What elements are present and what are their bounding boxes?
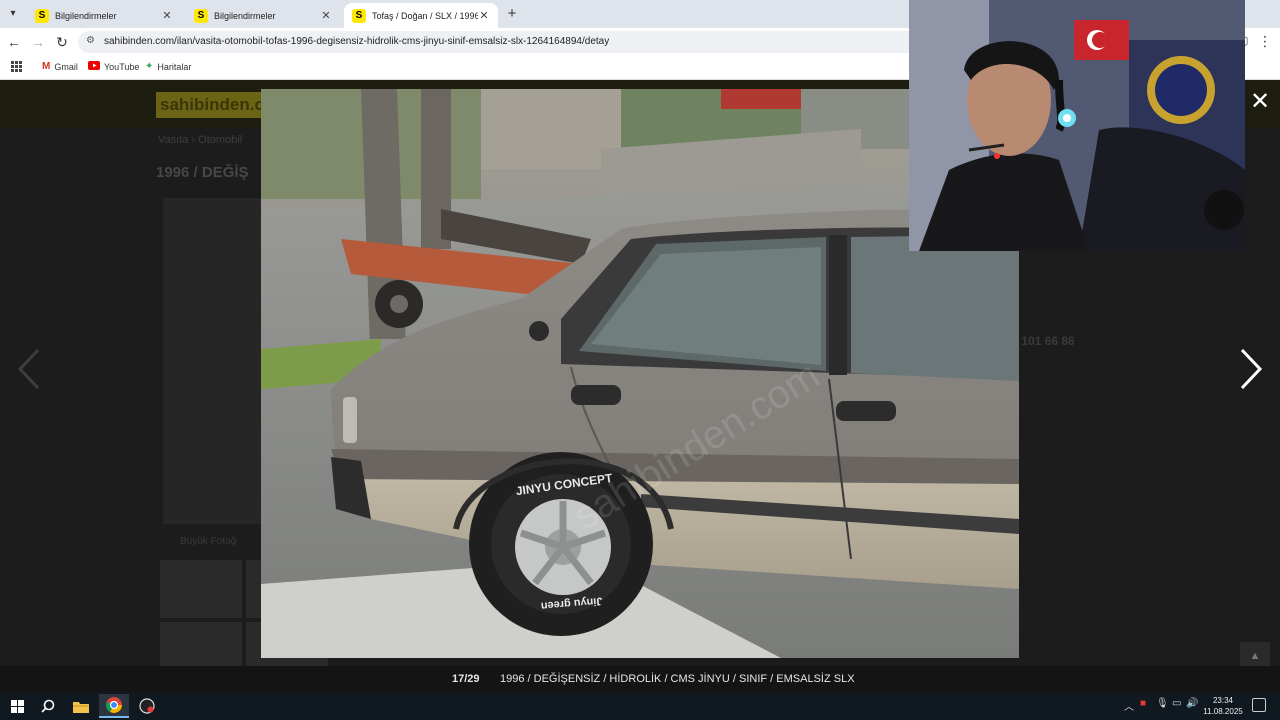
photo-counter: 17/29	[452, 673, 480, 685]
tab-bilgilendirmeler-2[interactable]: S Bilgilendirmeler ✕	[186, 3, 340, 28]
tab-title: Tofaş / Doğan / SLX / 1996 / D	[372, 10, 478, 21]
close-icon[interactable]: ✕	[1246, 88, 1274, 116]
sahibinden-logo: sahibinden.com	[156, 92, 289, 118]
file-explorer-icon[interactable]	[66, 694, 96, 718]
url-text: sahibinden.com/ilan/vasita-otomobil-tofa…	[104, 36, 610, 47]
network-icon[interactable]: ▭	[1172, 698, 1181, 709]
search-icon[interactable]	[33, 694, 63, 718]
sahibinden-favicon-icon: S	[35, 8, 49, 23]
microphone-icon[interactable]: 🎙	[1156, 698, 1169, 709]
sahibinden-favicon-icon: S	[352, 8, 366, 23]
listing-title: 1996 / DEĞİŞ	[156, 164, 249, 181]
seller-phone: ) 101 66 86	[1014, 334, 1075, 348]
big-photo-link: Büyük Fotoğ	[180, 536, 237, 547]
bookmark-youtube[interactable]: YouTube	[88, 61, 139, 73]
previous-photo-chevron-icon[interactable]	[14, 344, 44, 394]
sahibinden-favicon-icon: S	[194, 8, 208, 23]
tab-close-icon[interactable]: ✕	[320, 9, 332, 22]
tray-chevron-up-icon[interactable]: ︿	[1124, 698, 1134, 713]
forward-arrow-icon[interactable]: →	[29, 33, 47, 51]
tab-tofas-dogan-active[interactable]: S Tofaş / Doğan / SLX / 1996 / D ✕	[344, 3, 498, 28]
windows-taskbar: ︿ ■ 🎙 ▭ 🔊 23:34 11.08.2025	[0, 692, 1280, 720]
clock-time: 23:34	[1212, 696, 1234, 705]
bookmark-gmail[interactable]: M Gmail	[42, 61, 78, 72]
bookmark-label: Haritalar	[157, 61, 192, 72]
next-photo-chevron-icon[interactable]	[1236, 344, 1266, 394]
photo-caption: 1996 / DEĞİŞENSİZ / HİDROLİK / CMS JİNYU…	[500, 673, 855, 685]
screen: ▾ S Bilgilendirmeler ✕ S Bilgilendirmele…	[0, 0, 1280, 720]
lightbox-caption-bar: 17/29 1996 / DEĞİŞENSİZ / HİDROLİK / CMS…	[0, 666, 1280, 692]
tab-title: Bilgilendirmeler	[214, 10, 276, 21]
site-info-icon[interactable]: ⚙	[86, 35, 95, 46]
browser-menu-icon[interactable]: ⋮	[1258, 33, 1272, 50]
lightbox-photo-car: JINYU CONCEPT Jinyu green sahibinden.com	[261, 89, 1019, 658]
new-tab-button[interactable]: +	[503, 5, 521, 23]
taskbar-clock[interactable]: 23:34 11.08.2025	[1200, 695, 1246, 717]
tray-app-icon[interactable]: ■	[1140, 698, 1146, 709]
back-arrow-icon[interactable]: ←	[5, 33, 23, 51]
apps-grid-icon[interactable]	[11, 61, 22, 72]
youtube-icon	[88, 61, 100, 73]
address-bar[interactable]: ⚙ sahibinden.com/ilan/vasita-otomobil-to…	[78, 31, 928, 53]
recording-app-icon[interactable]	[132, 694, 162, 718]
breadcrumb: Vasıta › Otomobil	[158, 134, 243, 146]
bookmark-haritalar[interactable]: ✦ Haritalar	[145, 61, 191, 72]
tab-title: Bilgilendirmeler	[55, 10, 117, 21]
notification-center-icon[interactable]	[1252, 698, 1266, 712]
thumbnail	[160, 560, 242, 618]
webcam-overlay	[909, 0, 1245, 251]
tab-bilgilendirmeler-1[interactable]: S Bilgilendirmeler ✕	[27, 3, 181, 28]
tab-search-chevron-icon[interactable]: ▾	[4, 5, 22, 23]
bookmark-label: Gmail	[54, 61, 78, 72]
gmail-icon: M	[42, 61, 51, 72]
volume-icon[interactable]: 🔊	[1186, 698, 1198, 709]
tab-close-icon[interactable]: ✕	[161, 9, 173, 22]
bookmark-label: YouTube	[104, 62, 140, 72]
tab-close-icon[interactable]: ✕	[478, 9, 490, 22]
maps-icon: ✦	[145, 61, 154, 72]
clock-date: 11.08.2025	[1203, 707, 1243, 716]
windows-start-icon[interactable]	[2, 694, 32, 718]
chrome-taskbar-icon[interactable]	[99, 694, 129, 718]
reload-icon[interactable]: ↻	[53, 33, 71, 51]
main-photo-placeholder	[163, 198, 263, 524]
